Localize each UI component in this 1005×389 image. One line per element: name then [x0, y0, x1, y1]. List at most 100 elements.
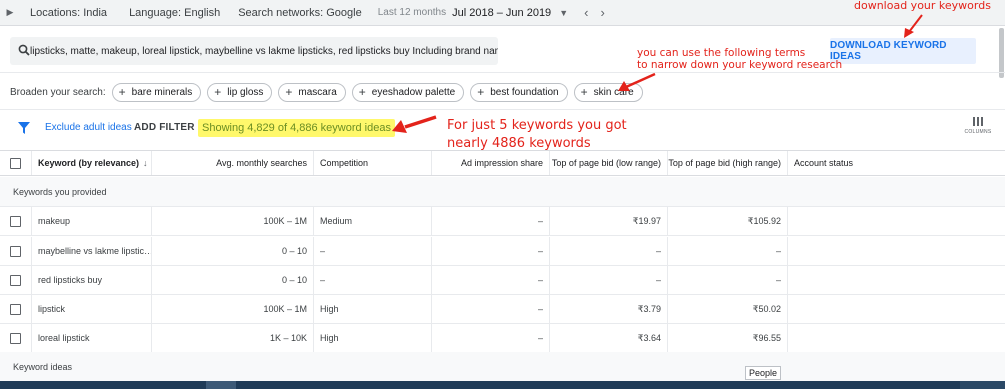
- row-keyword: maybelline vs lakme lipstic…: [32, 237, 152, 265]
- row-competition: High: [314, 295, 432, 323]
- keyword-search-field[interactable]: lipsticks, matte, makeup, loreal lipstic…: [10, 37, 498, 65]
- filter-icon[interactable]: [18, 122, 30, 134]
- row-account-status: [788, 324, 1005, 352]
- chip-label: mascara: [298, 86, 337, 98]
- row-checkbox[interactable]: [10, 332, 21, 344]
- locations-setting[interactable]: Locations: India: [30, 7, 107, 19]
- row-competition: –: [314, 266, 432, 294]
- row-searches: 100K – 1M: [152, 295, 314, 323]
- group-keywords-provided: Keywords you provided: [0, 177, 1005, 207]
- row-checkbox[interactable]: [10, 274, 21, 286]
- table-row[interactable]: red lipsticks buy 0 – 10 – – – –: [0, 266, 1005, 295]
- sort-down-icon: ↓: [143, 158, 148, 168]
- keyword-count-text: Showing 4,829 of 4,886 keyword ideas: [198, 119, 395, 137]
- annotation-narrow-line1: you can use the following terms: [637, 47, 806, 59]
- row-checkbox-cell: [0, 237, 32, 265]
- row-searches: 0 – 10: [152, 237, 314, 265]
- plus-icon: +: [580, 85, 588, 99]
- row-searches: 0 – 10: [152, 266, 314, 294]
- networks-setting[interactable]: Search networks: Google: [238, 7, 362, 19]
- header-bid-high[interactable]: Top of page bid (high range): [668, 151, 788, 175]
- row-account-status: [788, 237, 1005, 265]
- download-keyword-ideas-button[interactable]: DOWNLOAD KEYWORD IDEAS: [830, 38, 976, 64]
- exclude-adult-ideas-link[interactable]: Exclude adult ideas: [45, 122, 132, 133]
- row-keyword: loreal lipstick: [32, 324, 152, 352]
- header-keyword[interactable]: Keyword (by relevance) ↓: [32, 151, 152, 175]
- header-bid-low[interactable]: Top of page bid (low range): [550, 151, 668, 175]
- header-keyword-label: Keyword (by relevance): [38, 158, 140, 168]
- page-scrollbar[interactable]: [999, 28, 1004, 78]
- row-competition: –: [314, 237, 432, 265]
- chip-best-foundation[interactable]: + best foundation: [470, 82, 568, 102]
- chip-eyeshadow-palette[interactable]: + eyeshadow palette: [351, 82, 465, 102]
- row-checkbox-cell: [0, 207, 32, 235]
- row-searches: 1K – 10K: [152, 324, 314, 352]
- search-query[interactable]: lipsticks, matte, makeup, loreal lipstic…: [30, 46, 498, 57]
- chip-label: skin care: [593, 86, 634, 98]
- row-impression: –: [432, 237, 550, 265]
- row-keyword: makeup: [32, 207, 152, 235]
- os-taskbar: [0, 381, 1005, 389]
- row-impression: –: [432, 266, 550, 294]
- row-checkbox-cell: [0, 295, 32, 323]
- chip-mascara[interactable]: + mascara: [278, 82, 346, 102]
- row-bid-high: –: [668, 237, 788, 265]
- plus-icon: +: [477, 85, 485, 99]
- row-account-status: [788, 266, 1005, 294]
- next-period-icon[interactable]: ›: [600, 5, 604, 20]
- table-row[interactable]: loreal lipstick 1K – 10K High – ₹3.64 ₹9…: [0, 324, 1005, 353]
- period-label: Last 12 months: [377, 7, 447, 18]
- annotation-count-line1: For just 5 keywords you got: [447, 118, 627, 133]
- table-row[interactable]: lipstick 100K – 1M High – ₹3.79 ₹50.02: [0, 295, 1005, 324]
- row-checkbox[interactable]: [10, 245, 21, 257]
- table-row[interactable]: makeup 100K – 1M Medium – ₹19.97 ₹105.92: [0, 207, 1005, 236]
- row-bid-low: –: [550, 266, 668, 294]
- divider: [0, 72, 1005, 73]
- plus-icon: +: [285, 85, 293, 99]
- date-range-dropdown-icon[interactable]: ▼: [559, 8, 568, 18]
- columns-button[interactable]: COLUMNS: [962, 117, 994, 135]
- table-row[interactable]: maybelline vs lakme lipstic… 0 – 10 – – …: [0, 237, 1005, 266]
- annotation-narrow-line2: to narrow down your keyword research: [637, 59, 843, 72]
- plus-icon: +: [358, 85, 366, 99]
- row-bid-high: ₹50.02: [668, 295, 788, 323]
- row-impression: –: [432, 295, 550, 323]
- header-competition[interactable]: Competition: [314, 151, 432, 175]
- row-searches: 100K – 1M: [152, 207, 314, 235]
- annotation-count: For just 5 keywords you got nearly 4886 …: [447, 117, 627, 152]
- chip-lip-gloss[interactable]: + lip gloss: [207, 82, 273, 102]
- broaden-label: Broaden your search:: [10, 86, 106, 98]
- row-checkbox[interactable]: [10, 215, 21, 227]
- expand-icon[interactable]: ▶: [0, 7, 20, 18]
- row-competition: High: [314, 324, 432, 352]
- row-checkbox[interactable]: [10, 303, 21, 315]
- row-bid-low: ₹3.64: [550, 324, 668, 352]
- header-impression[interactable]: Ad impression share: [432, 151, 550, 175]
- header-account-status[interactable]: Account status: [788, 151, 1005, 175]
- row-impression: –: [432, 207, 550, 235]
- prev-period-icon[interactable]: ‹: [584, 5, 588, 20]
- select-all-checkbox[interactable]: [10, 157, 21, 169]
- date-range[interactable]: Jul 2018 – Jun 2019: [452, 7, 551, 19]
- row-checkbox-cell: [0, 266, 32, 294]
- language-setting[interactable]: Language: English: [129, 7, 220, 19]
- row-checkbox-cell: [0, 324, 32, 352]
- chip-skin-care[interactable]: + skin care: [573, 82, 643, 102]
- annotation-narrow: you can use the following terms to narro…: [637, 47, 842, 71]
- arrow-head-icon: [904, 28, 914, 38]
- chip-label: lip gloss: [227, 86, 264, 98]
- taskbar-tray[interactable]: [960, 381, 1005, 389]
- plus-icon: +: [118, 85, 126, 99]
- add-filter-button[interactable]: ADD FILTER: [134, 122, 195, 133]
- row-bid-low: ₹3.79: [550, 295, 668, 323]
- header-searches[interactable]: Avg. monthly searches: [152, 151, 314, 175]
- arrow-to-count: [404, 115, 437, 129]
- search-icon: [18, 44, 30, 59]
- chip-bare-minerals[interactable]: + bare minerals: [111, 82, 202, 102]
- people-tooltip: People: [745, 366, 782, 380]
- broaden-search-row: Broaden your search: + bare minerals + lip…: [10, 82, 643, 102]
- row-bid-low: ₹19.97: [550, 207, 668, 235]
- chip-label: best foundation: [490, 86, 559, 98]
- taskbar-app[interactable]: [206, 381, 236, 389]
- annotation-download: download your keywords: [854, 0, 991, 12]
